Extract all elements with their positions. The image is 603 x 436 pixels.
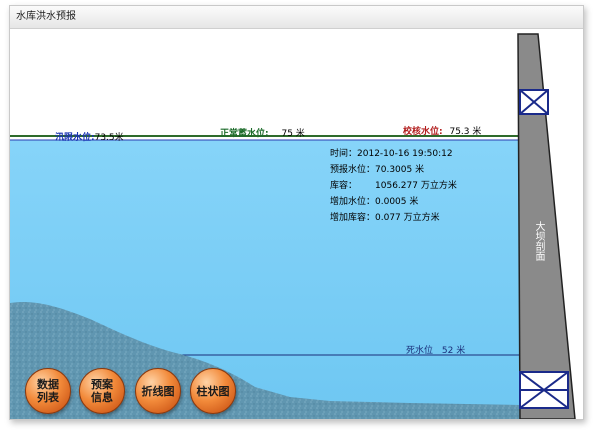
check-flood-value: 75.3 米 xyxy=(449,127,482,137)
forecast-time: 时间：2012-10-16 19:50:12 xyxy=(330,146,453,159)
plan-info-button[interactable]: 预案信息 xyxy=(79,368,125,414)
normal-storage-level: 正常蓄水位: 75 米 xyxy=(220,126,305,139)
forecast-level-value: 70.3005 米 xyxy=(375,165,425,175)
line-chart-button[interactable]: 折线图 xyxy=(135,368,181,414)
forecast-added-storage: 增加库容：0.077 万立方米 xyxy=(330,210,440,223)
forecast-storage: 库容： 1056.277 万立方米 xyxy=(330,178,457,191)
added-storage-label: 增加库容： xyxy=(330,213,376,223)
line-chart-button-label: 折线图 xyxy=(141,384,175,398)
dam-section-label: 大坝剖面 xyxy=(533,221,544,261)
check-flood-level: 校核水位: 75.3 米 xyxy=(403,124,481,137)
flood-limit-label: 汛限水位: xyxy=(55,133,95,143)
forecast-time-label: 时间： xyxy=(330,149,358,159)
data-list-button[interactable]: 数据列表 xyxy=(25,368,71,414)
forecast-added-level: 增加水位：0.0005 米 xyxy=(330,194,418,207)
dead-water-value: 52 米 xyxy=(441,346,466,356)
flood-limit-level: 汛限水位:73.5米 xyxy=(55,130,124,143)
dead-water-level: 死水位 52 米 xyxy=(406,343,465,356)
bar-chart-button[interactable]: 柱状图 xyxy=(190,368,236,414)
data-list-button-label: 数据列表 xyxy=(37,378,59,404)
added-storage-value: 0.077 万立方米 xyxy=(375,213,440,223)
forecast-level: 预报水位：70.3005 米 xyxy=(330,162,424,175)
dead-water-label: 死水位 xyxy=(406,346,434,356)
window-title: 水库洪水预报 xyxy=(10,6,583,29)
forecast-storage-label: 库容： xyxy=(330,181,358,191)
normal-storage-value: 75 米 xyxy=(281,129,305,139)
bar-chart-button-label: 柱状图 xyxy=(196,384,230,398)
forecast-storage-value: 1056.277 万立方米 xyxy=(375,181,457,191)
added-level-value: 0.0005 米 xyxy=(375,197,419,207)
added-level-label: 增加水位： xyxy=(330,197,376,207)
reservoir-cross-section xyxy=(10,33,576,419)
normal-storage-label: 正常蓄水位: xyxy=(220,129,269,139)
plan-info-button-label: 预案信息 xyxy=(91,378,113,404)
reservoir-scene: 汛限水位:73.5米 正常蓄水位: 75 米 校核水位: 75.3 米 死水位 … xyxy=(10,29,583,419)
flood-limit-value: 73.5米 xyxy=(94,133,124,143)
check-flood-label: 校核水位: xyxy=(403,127,443,137)
forecast-panel: 水库洪水预报 汛限水位:73.5米 正常蓄水位: 75 米 校核水位: 75.3… xyxy=(9,5,584,420)
forecast-time-value: 2012-10-16 19:50:12 xyxy=(357,149,453,159)
forecast-level-label: 预报水位： xyxy=(330,165,376,175)
